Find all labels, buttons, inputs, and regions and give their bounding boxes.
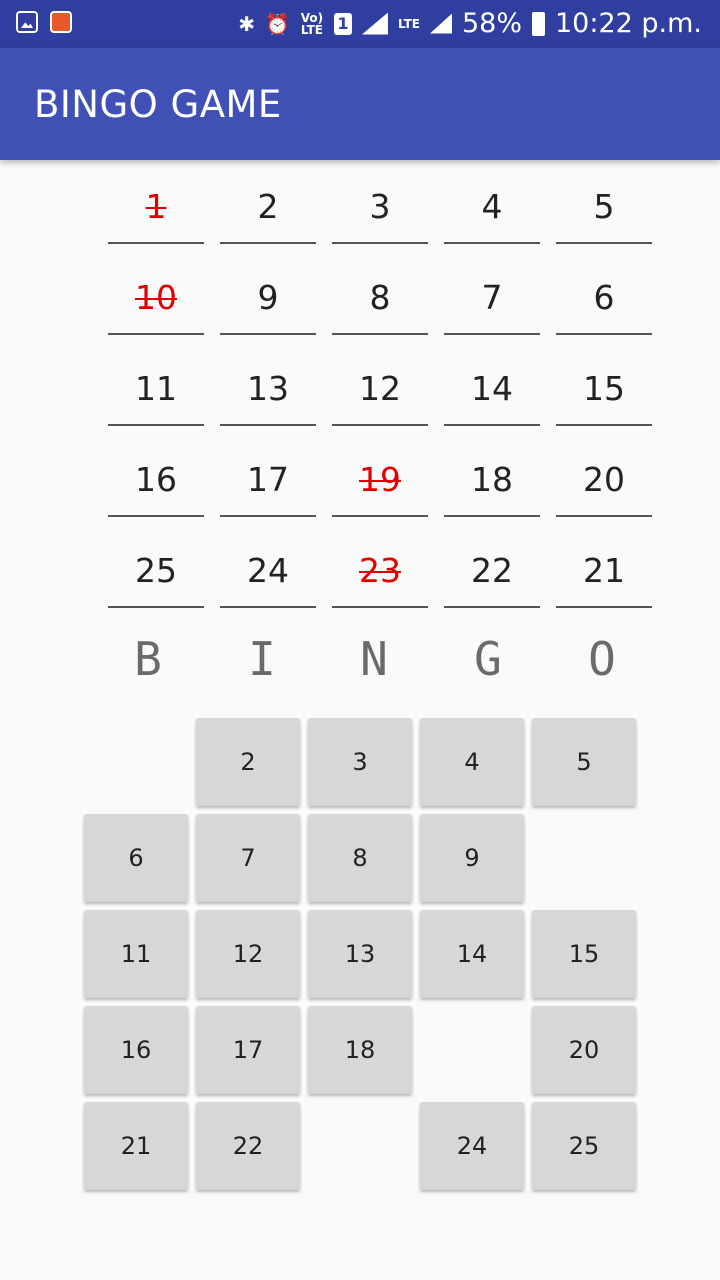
number-field[interactable]: 7: [444, 261, 540, 335]
number-field[interactable]: 15: [556, 352, 652, 426]
number-button[interactable]: 14: [420, 910, 524, 998]
number-field[interactable]: 16: [108, 443, 204, 517]
alarm-icon: ⏰: [265, 11, 290, 36]
number-button[interactable]: 12: [196, 910, 300, 998]
number-button[interactable]: 13: [308, 910, 412, 998]
bluetooth-icon: ✱: [238, 11, 256, 36]
clock: 10:22 p.m.: [555, 8, 702, 39]
number-button[interactable]: 11: [84, 910, 188, 998]
number-button[interactable]: 9: [420, 814, 524, 902]
signal-icon: [429, 13, 452, 34]
gallery-icon: [16, 11, 38, 33]
number-field[interactable]: 5: [556, 170, 652, 244]
number-button[interactable]: 25: [532, 1102, 636, 1190]
number-button[interactable]: 18: [308, 1006, 412, 1094]
app-bar: BINGO GAME: [0, 48, 720, 160]
number-field[interactable]: 2: [220, 170, 316, 244]
bingo-letter: I: [248, 632, 276, 686]
number-field[interactable]: 18: [444, 443, 540, 517]
number-field[interactable]: 8: [332, 261, 428, 335]
number-button[interactable]: 21: [84, 1102, 188, 1190]
number-field[interactable]: 20: [556, 443, 652, 517]
signal-icon: [361, 12, 388, 35]
number-field[interactable]: 9: [220, 261, 316, 335]
number-field[interactable]: 12: [332, 352, 428, 426]
number-button[interactable]: 4: [420, 718, 524, 806]
number-field-marked[interactable]: 1: [108, 170, 204, 244]
bingo-letter: N: [360, 632, 388, 686]
battery-percent: 58%: [461, 8, 522, 39]
number-field[interactable]: 17: [220, 443, 316, 517]
bingo-letter: B: [134, 632, 162, 686]
number-field[interactable]: 21: [556, 534, 652, 608]
battery-icon: [532, 11, 545, 36]
number-button[interactable]: 5: [532, 718, 636, 806]
number-field[interactable]: 11: [108, 352, 204, 426]
app-title: BINGO GAME: [34, 83, 282, 126]
number-field[interactable]: 6: [556, 261, 652, 335]
number-field[interactable]: 22: [444, 534, 540, 608]
bingo-letter: G: [474, 632, 502, 686]
number-button[interactable]: 6: [84, 814, 188, 902]
number-field[interactable]: 25: [108, 534, 204, 608]
number-button[interactable]: 17: [196, 1006, 300, 1094]
number-button[interactable]: 2: [196, 718, 300, 806]
number-button[interactable]: 3: [308, 718, 412, 806]
lte-label: LTE: [397, 16, 420, 31]
bingo-letter: O: [588, 632, 616, 686]
volte-icon: Vo) LTE: [300, 10, 324, 37]
number-field[interactable]: 13: [220, 352, 316, 426]
number-button[interactable]: 15: [532, 910, 636, 998]
number-field[interactable]: 14: [444, 352, 540, 426]
app-notification-icon: [50, 11, 72, 33]
number-button[interactable]: 7: [196, 814, 300, 902]
number-field-marked[interactable]: 19: [332, 443, 428, 517]
number-field[interactable]: 3: [332, 170, 428, 244]
number-button[interactable]: 24: [420, 1102, 524, 1190]
number-field[interactable]: 24: [220, 534, 316, 608]
number-button[interactable]: 22: [196, 1102, 300, 1190]
number-button[interactable]: 16: [84, 1006, 188, 1094]
number-field-marked[interactable]: 10: [108, 261, 204, 335]
number-field[interactable]: 4: [444, 170, 540, 244]
sim-icon: 1: [333, 12, 352, 35]
number-button[interactable]: 8: [308, 814, 412, 902]
number-button[interactable]: 20: [532, 1006, 636, 1094]
number-field-marked[interactable]: 23: [332, 534, 428, 608]
status-bar: ✱ ⏰ Vo) LTE 1 LTE 58% 10:22 p.m.: [0, 0, 720, 48]
